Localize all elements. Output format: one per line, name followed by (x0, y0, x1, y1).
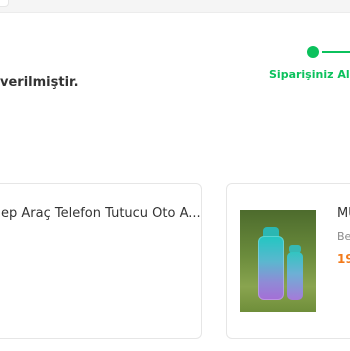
bottle-large (258, 236, 284, 300)
product-name[interactable]: MU (337, 206, 350, 221)
order-panel: verilmiştir. Siparişiniz Alın ep Araç Te… (0, 12, 350, 351)
tracker-step-line (322, 51, 350, 53)
top-tab-edge (0, 0, 9, 7)
order-status-message: verilmiştir. (0, 75, 79, 90)
product-name[interactable]: ep Araç Telefon Tutucu Oto A... (1, 206, 201, 221)
tracker-step-label: Siparişiniz Alın (269, 68, 350, 81)
product-image[interactable] (240, 210, 316, 312)
product-price: 19 (337, 252, 350, 266)
bottle-small (287, 252, 303, 300)
product-seller: Be (337, 230, 350, 243)
top-strip (0, 0, 350, 12)
tracker-step-dot (307, 46, 319, 58)
product-card[interactable]: MU Be 19 (226, 183, 350, 339)
product-card[interactable]: ep Araç Telefon Tutucu Oto A... (0, 183, 202, 339)
